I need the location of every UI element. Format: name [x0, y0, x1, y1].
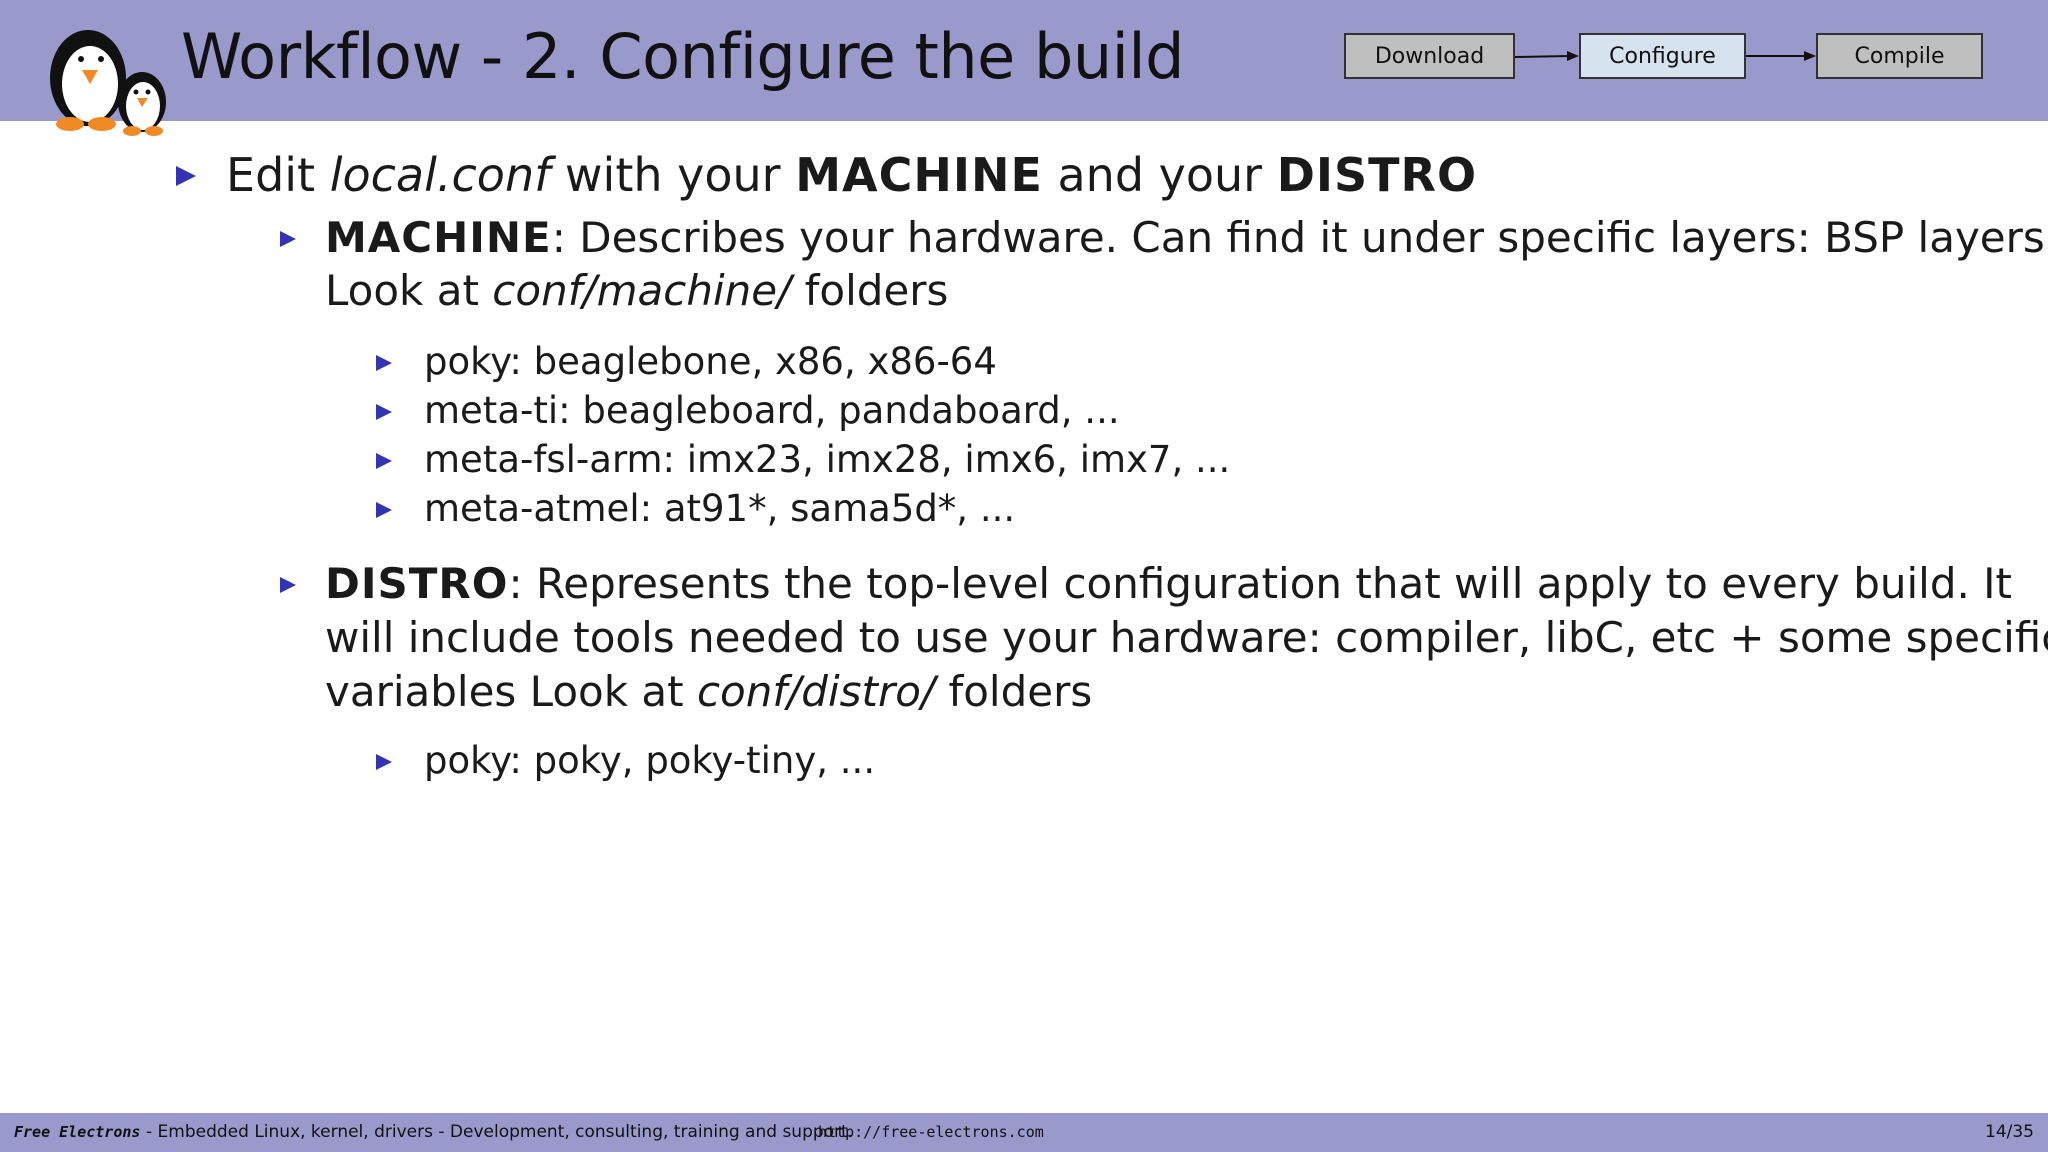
item-edit-local-conf: Edit local.conf with your MACHINE and yo…	[226, 148, 1477, 202]
text: Edit	[226, 148, 330, 202]
bullet-icon	[280, 231, 296, 247]
distro-description-line3: variables Look at conf/distro/ folders	[325, 667, 1092, 716]
keyword-distro: DISTRO	[1276, 148, 1478, 202]
keyword-distro: DISTRO	[325, 559, 509, 608]
file-name: local.conf	[329, 148, 551, 202]
path-conf-machine: conf/machine/	[492, 266, 792, 315]
keyword-machine: MACHINE	[795, 148, 1043, 202]
bullet-icon	[376, 404, 392, 420]
workflow-arrows-icon	[1514, 51, 1816, 61]
slide-header: Workflow - 2. Configure the build Downlo…	[0, 0, 2048, 136]
keyword-machine: MACHINE	[325, 213, 552, 262]
machine-example: poky: beaglebone, x86, x86-64	[424, 340, 997, 383]
machine-description-line1: MACHINE: Describes your hardware. Can fi…	[325, 213, 2048, 262]
text: Look at	[325, 266, 493, 315]
machine-description-line2: Look at conf/machine/ folders	[325, 266, 948, 315]
bullet-icon	[376, 355, 392, 371]
text: folders	[935, 667, 1093, 716]
text: and your	[1042, 148, 1277, 202]
workflow-diagram: Download Configure Compile	[0, 0, 2048, 121]
page-number: 14/35	[1985, 1122, 2034, 1142]
path-conf-distro: conf/distro/	[696, 667, 936, 716]
text: : Describes your hardware. Can find it u…	[551, 213, 2048, 262]
machine-example: meta-ti: beagleboard, pandaboard, ...	[424, 389, 1120, 432]
distro-description-line2: will include tools needed to use your ha…	[325, 613, 2048, 662]
text: variables Look at	[325, 667, 697, 716]
distro-example: poky: poky, poky-tiny, ...	[424, 739, 876, 782]
machine-example: meta-atmel: at91*, sama5d*, ...	[424, 487, 1016, 530]
footer-url[interactable]: http://free-electrons.com	[818, 1123, 1044, 1141]
bullet-icon	[376, 453, 392, 469]
bullet-icon	[280, 577, 296, 593]
machine-example: meta-fsl-arm: imx23, imx28, imx6, imx7, …	[424, 438, 1231, 481]
footer-tagline: - Embedded Linux, kernel, drivers - Deve…	[146, 1122, 854, 1142]
text: folders	[791, 266, 949, 315]
footer-brand: Free Electrons	[14, 1123, 141, 1141]
distro-description-line1: DISTRO: Represents the top-level configu…	[325, 559, 2012, 608]
slide-footer: Free Electrons - Embedded Linux, kernel,…	[0, 1113, 2048, 1152]
bullet-icon	[376, 502, 392, 518]
text: with your	[550, 148, 796, 202]
text: : Represents the top-level configuration…	[508, 559, 2013, 608]
bullet-icon	[376, 754, 392, 770]
bullet-icon	[176, 166, 196, 186]
